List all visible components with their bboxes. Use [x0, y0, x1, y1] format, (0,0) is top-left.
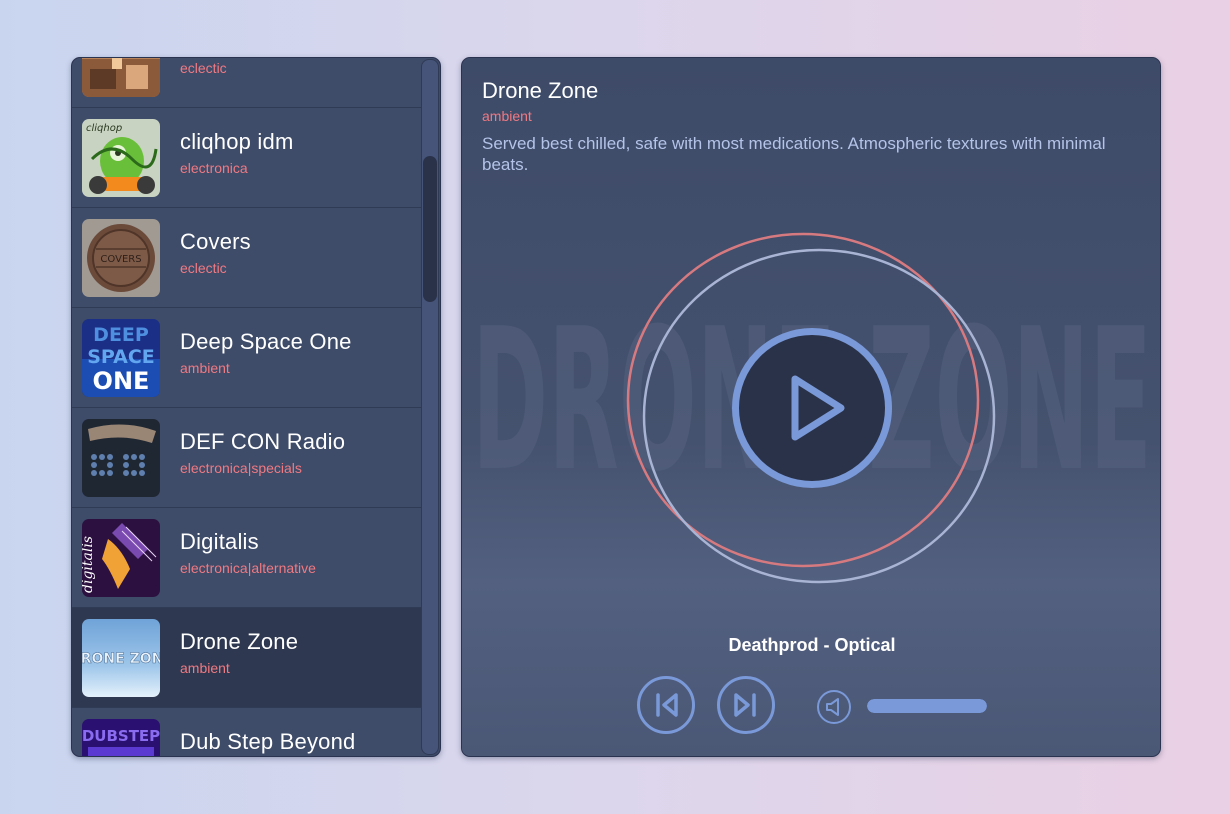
player-panel: DRONE ZONE Drone Zone ambient Served bes… [461, 57, 1161, 757]
next-button[interactable] [717, 676, 775, 734]
play-button[interactable] [732, 328, 892, 488]
deep-space-text: SPACE [87, 346, 155, 368]
station-genre: electronica|specials [180, 460, 302, 476]
station-item-deep-space-one[interactable]: DEEP SPACE ONE Deep Space One ambient [72, 308, 422, 408]
station-genre: eclectic [180, 260, 227, 276]
dubstep-art-text: DUBSTEP [82, 727, 160, 745]
covers-art-text: COVERS [100, 254, 141, 265]
station-genre: ambient [180, 360, 230, 376]
drone-zone-art-icon: DRONE ZONE [82, 619, 160, 697]
now-playing-track: Deathprod - Optical [728, 635, 896, 655]
station-item-covers[interactable]: COVERS Covers eclectic [72, 208, 422, 308]
station-name: cliqhop idm [180, 129, 294, 154]
dubstep-art-icon: DUBSTEP [82, 719, 160, 756]
digitalis-art-icon: digitalis [82, 519, 160, 597]
station-item-def-con-radio[interactable]: DEF CON Radio electronica|specials [72, 408, 422, 508]
speaker-icon [826, 698, 839, 716]
skip-next-icon [734, 693, 756, 717]
eclectic-art-icon [82, 58, 160, 97]
digitalis-art-text: digitalis [82, 536, 96, 593]
station-name: Drone Zone [180, 629, 299, 654]
station-item-drone-zone[interactable]: DRONE ZONE Drone Zone ambient [72, 608, 422, 708]
station-name: Dub Step Beyond [180, 729, 356, 754]
volume-slider-fill [867, 699, 987, 713]
previous-button[interactable] [637, 676, 695, 734]
station-item-digitalis[interactable]: digitalis Digitalis electronica|alternat… [72, 508, 422, 608]
station-item-eclectic[interactable]: eclectic [72, 58, 422, 108]
deep-space-one-art-icon: DEEP SPACE ONE [82, 319, 160, 397]
defcon-art-icon [82, 419, 160, 497]
station-item-cliqhop-idm[interactable]: cliqhop cliqhop idm electronica [72, 108, 422, 208]
station-genre: electronica|alternative [180, 560, 316, 576]
station-list: eclectic cliqhop cliqhop idm electronica [71, 57, 441, 757]
scrollbar-thumb[interactable] [423, 156, 437, 302]
drone-zone-art-text: DRONE ZONE [82, 651, 160, 667]
station-item-dub-step-beyond[interactable]: DUBSTEP Dub Step Beyond [72, 708, 422, 756]
station-list-scroll: eclectic cliqhop cliqhop idm electronica [72, 58, 422, 756]
station-name: DEF CON Radio [180, 429, 346, 454]
play-icon [791, 375, 845, 441]
station-genre: eclectic [180, 60, 227, 76]
cliqhop-art-icon: cliqhop [82, 119, 160, 197]
scrollbar[interactable] [421, 59, 439, 755]
station-name: Digitalis [180, 529, 259, 554]
deep-space-text: DEEP [93, 324, 149, 346]
cliqhop-art-text: cliqhop [86, 123, 122, 134]
volume-button[interactable] [817, 690, 851, 724]
station-name: Deep Space One [180, 329, 352, 354]
skip-previous-icon [656, 693, 678, 717]
deep-space-text: ONE [93, 367, 150, 395]
covers-art-icon: COVERS [82, 219, 160, 297]
volume-slider[interactable] [867, 699, 987, 713]
station-name: Covers [180, 229, 251, 254]
station-genre: ambient [180, 660, 230, 676]
station-genre: electronica [180, 160, 248, 176]
